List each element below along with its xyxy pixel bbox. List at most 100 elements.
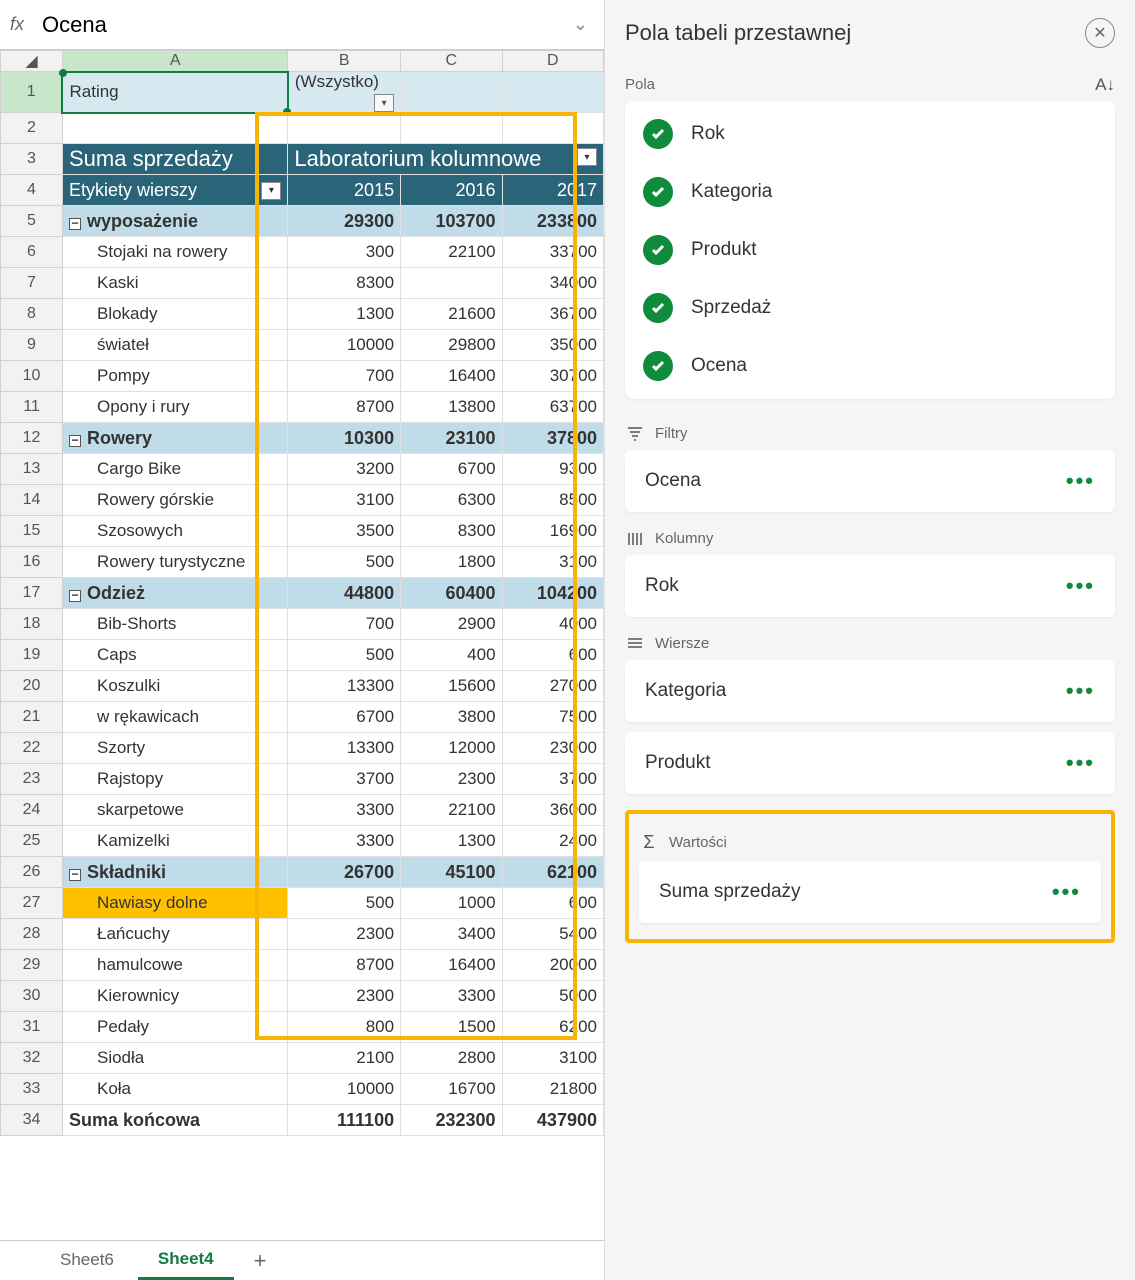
value-cell[interactable]: 3100 (502, 1043, 603, 1074)
product-cell[interactable]: Cargo Bike (62, 454, 287, 485)
value-cell[interactable]: 36000 (502, 795, 603, 826)
field-item[interactable]: Produkt (625, 221, 1115, 279)
row-header[interactable]: 30 (1, 981, 63, 1012)
row-header[interactable]: 19 (1, 640, 63, 671)
row-header[interactable]: 7 (1, 268, 63, 299)
value-cell[interactable]: 13300 (288, 671, 401, 702)
value-cell[interactable]: 3400 (401, 919, 502, 950)
value-cell[interactable]: 2900 (401, 609, 502, 640)
row-header[interactable]: 3 (1, 144, 63, 175)
value-cell[interactable]: 400 (401, 640, 502, 671)
value-cell[interactable]: 6700 (401, 454, 502, 485)
value-cell[interactable]: 10000 (288, 330, 401, 361)
product-cell[interactable]: w rękawicach (62, 702, 287, 733)
collapse-icon[interactable]: − (69, 590, 81, 602)
value-cell[interactable]: 300 (288, 237, 401, 268)
value-cell[interactable]: 6200 (502, 1012, 603, 1043)
value-cell[interactable]: 23000 (502, 733, 603, 764)
column-labels-header[interactable]: Laboratorium kolumnowe▾ (288, 144, 604, 175)
row-header[interactable]: 4 (1, 175, 63, 206)
value-cell[interactable]: 600 (502, 640, 603, 671)
product-cell[interactable]: Szosowych (62, 516, 287, 547)
check-icon[interactable] (643, 119, 673, 149)
col-header-c[interactable]: C (401, 51, 502, 72)
cell[interactable] (288, 113, 401, 144)
product-cell[interactable]: Pedały (62, 1012, 287, 1043)
value-cell[interactable]: 10000 (288, 1074, 401, 1105)
product-cell[interactable]: Szorty (62, 733, 287, 764)
product-cell[interactable]: Bib-Shorts (62, 609, 287, 640)
cell[interactable] (401, 72, 502, 113)
category-total[interactable]: 104200 (502, 578, 603, 609)
value-cell[interactable]: 500 (288, 547, 401, 578)
year-header[interactable]: 2015 (288, 175, 401, 206)
row-labels-header[interactable]: Etykiety wierszy▾ (62, 175, 287, 206)
sheet-tab[interactable]: Sheet6 (40, 1242, 134, 1280)
row-header[interactable]: 25 (1, 826, 63, 857)
category-row[interactable]: −Składniki (62, 857, 287, 888)
value-cell[interactable]: 2100 (288, 1043, 401, 1074)
active-cell[interactable]: Rating (62, 72, 287, 113)
product-cell[interactable]: skarpetowe (62, 795, 287, 826)
collapse-icon[interactable]: − (69, 869, 81, 881)
value-cell[interactable]: 33700 (502, 237, 603, 268)
row-header[interactable]: 27 (1, 888, 63, 919)
row-header[interactable]: 32 (1, 1043, 63, 1074)
row-header[interactable]: 18 (1, 609, 63, 640)
product-cell[interactable]: świateł (62, 330, 287, 361)
row-header[interactable]: 31 (1, 1012, 63, 1043)
check-icon[interactable] (643, 293, 673, 323)
value-cell[interactable]: 8700 (288, 950, 401, 981)
category-total[interactable]: 37800 (502, 423, 603, 454)
close-icon[interactable]: ✕ (1085, 18, 1115, 48)
value-cell[interactable]: 800 (288, 1012, 401, 1043)
category-total[interactable]: 26700 (288, 857, 401, 888)
value-cell[interactable]: 6300 (401, 485, 502, 516)
value-cell[interactable]: 7500 (502, 702, 603, 733)
product-cell[interactable]: Łańcuchy (62, 919, 287, 950)
area-chip[interactable]: Kategoria••• (625, 660, 1115, 722)
col-header-d[interactable]: D (502, 51, 603, 72)
product-cell[interactable]: Koła (62, 1074, 287, 1105)
product-cell[interactable]: Kierownicy (62, 981, 287, 1012)
formula-input[interactable] (38, 8, 567, 42)
col-header-a[interactable]: A (62, 51, 287, 72)
row-header[interactable]: 22 (1, 733, 63, 764)
product-cell[interactable]: Stojaki na rowery (62, 237, 287, 268)
row-header[interactable]: 2 (1, 113, 63, 144)
more-icon[interactable]: ••• (1066, 750, 1095, 776)
cell[interactable] (62, 113, 287, 144)
field-item[interactable]: Sprzedaż (625, 279, 1115, 337)
product-cell[interactable]: Kamizelki (62, 826, 287, 857)
category-row[interactable]: −Rowery (62, 423, 287, 454)
value-cell[interactable]: 16400 (401, 950, 502, 981)
value-cell[interactable]: 2300 (401, 764, 502, 795)
value-cell[interactable]: 8300 (288, 268, 401, 299)
category-total[interactable]: 45100 (401, 857, 502, 888)
value-cell[interactable]: 20000 (502, 950, 603, 981)
value-cell[interactable]: 3200 (288, 454, 401, 485)
product-cell[interactable]: Rowery turystyczne (62, 547, 287, 578)
check-icon[interactable] (643, 351, 673, 381)
value-cell[interactable]: 3100 (502, 547, 603, 578)
value-cell[interactable]: 36700 (502, 299, 603, 330)
row-header[interactable]: 1 (1, 72, 63, 113)
value-cell[interactable]: 34000 (502, 268, 603, 299)
value-cell[interactable]: 21600 (401, 299, 502, 330)
area-chip[interactable]: Suma sprzedaży••• (639, 861, 1101, 923)
value-cell[interactable]: 3500 (288, 516, 401, 547)
value-cell[interactable]: 3700 (502, 764, 603, 795)
row-header[interactable]: 16 (1, 547, 63, 578)
row-header[interactable]: 10 (1, 361, 63, 392)
year-header[interactable]: 2017 (502, 175, 603, 206)
field-item[interactable]: Ocena (625, 337, 1115, 395)
value-cell[interactable]: 22100 (401, 795, 502, 826)
value-cell[interactable]: 5000 (502, 981, 603, 1012)
value-cell[interactable]: 3300 (288, 826, 401, 857)
value-cell[interactable]: 16900 (502, 516, 603, 547)
value-cell[interactable]: 500 (288, 888, 401, 919)
value-cell[interactable]: 8300 (401, 516, 502, 547)
value-cell[interactable]: 3700 (288, 764, 401, 795)
value-cell[interactable]: 12000 (401, 733, 502, 764)
value-cell[interactable]: 13300 (288, 733, 401, 764)
